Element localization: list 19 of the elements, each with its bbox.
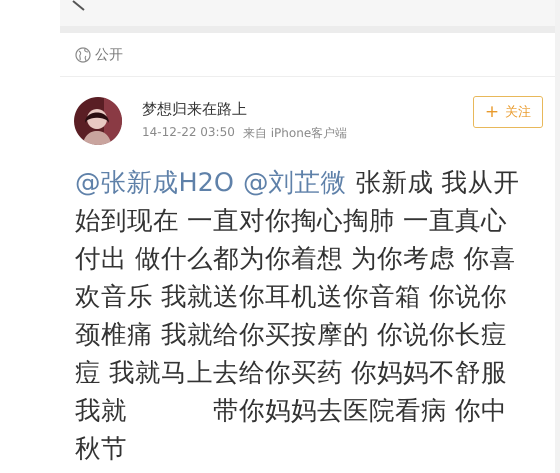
mention-link[interactable]: @张新成H2O [75, 164, 234, 202]
post-time: 14-12-22 03:50 [142, 125, 235, 141]
follow-button[interactable]: + 关注 [473, 96, 543, 128]
post-text: 颈椎痛 我就给你买按摩的 你说你长痘 [75, 319, 508, 352]
avatar[interactable] [74, 97, 122, 145]
post-text: 付出 做什么都为你着想 为你考虑 你喜 [75, 243, 516, 276]
globe-icon [75, 46, 91, 62]
post-text: 我就 [75, 395, 127, 428]
post-text: 秋节 [75, 433, 127, 466]
post-text: 欢音乐 我就送你耳机送你音箱 你说你 [75, 281, 508, 314]
post-text: 始到现在 一直对你掏心掏肺 一直真心 [75, 205, 508, 238]
back-icon[interactable] [72, 0, 86, 11]
post-source: 来自 iPhone客户端 [242, 125, 348, 142]
author-name[interactable]: 梦想归来在路上 [142, 100, 473, 119]
visibility-label: 公开 [95, 46, 123, 64]
post-text: 痘 我就马上去给你买药 你妈妈不舒服 [75, 357, 508, 390]
mention-link[interactable]: @刘芷微 [242, 164, 346, 202]
post-text: 张新成 我从开 [355, 167, 520, 200]
post-text: 带你妈妈去医院看病 你中 [213, 395, 508, 428]
